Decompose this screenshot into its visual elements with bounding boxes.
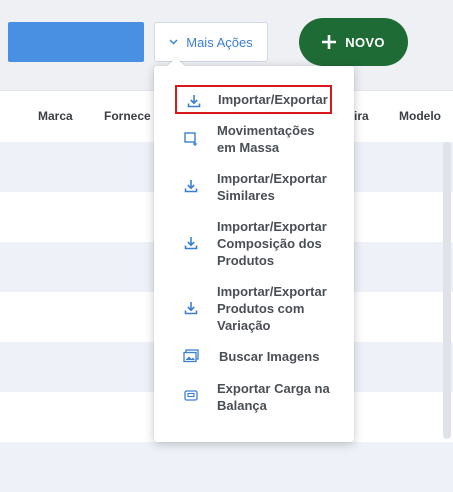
scrollbar[interactable] [443, 142, 451, 439]
table-row[interactable] [0, 442, 453, 492]
menu-item-importar-exportar[interactable]: Importar/Exportar [175, 85, 332, 114]
column-header-modelo[interactable]: Modelo [399, 109, 441, 123]
download-icon [186, 93, 202, 109]
menu-item-label: Importar/Exportar Similares [217, 171, 327, 203]
bulk-move-icon [183, 131, 199, 147]
column-header-fornecedor[interactable]: Fornece [104, 109, 151, 123]
scale-icon [183, 388, 199, 404]
menu-item-label: Exportar Carga na Balança [217, 381, 330, 413]
menu-item-label: Movimentações em Massa [217, 123, 315, 155]
primary-action-button[interactable] [8, 22, 144, 62]
menu-item-exportar-carga-balanca[interactable]: Exportar Carga na Balança [183, 380, 358, 414]
images-icon [183, 348, 199, 364]
menu-item-label: Buscar Imagens [219, 349, 320, 364]
menu-item-importar-exportar-variacao[interactable]: Importar/Exportar Produtos com Variação [183, 283, 358, 334]
column-header-marca[interactable]: Marca [38, 109, 73, 123]
chevron-down-icon [169, 39, 178, 45]
menu-item-importar-exportar-similares[interactable]: Importar/Exportar Similares [183, 170, 358, 204]
menu-item-label: Importar/Exportar Composição dos Produto… [217, 219, 327, 268]
download-icon [183, 178, 199, 194]
column-header-partial[interactable]: ira [354, 109, 369, 123]
mais-acoes-button[interactable]: Mais Ações [154, 22, 268, 62]
menu-item-importar-exportar-composicao[interactable]: Importar/Exportar Composição dos Produto… [183, 218, 358, 269]
menu-item-movimentacoes-em-massa[interactable]: Movimentações em Massa [183, 122, 358, 156]
novo-button[interactable]: NOVO [299, 18, 408, 66]
plus-icon [322, 35, 337, 49]
novo-label: NOVO [345, 34, 385, 50]
mais-acoes-label: Mais Ações [186, 34, 253, 50]
download-icon [183, 300, 199, 316]
menu-item-label: Importar/Exportar Produtos com Variação [217, 284, 327, 333]
download-icon [183, 235, 199, 251]
menu-item-label: Importar/Exportar [218, 92, 328, 107]
menu-item-buscar-imagens[interactable]: Buscar Imagens [183, 348, 358, 365]
